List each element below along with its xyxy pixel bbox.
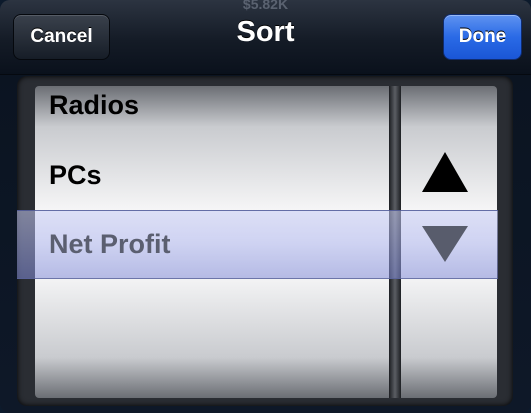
sort-ascending-icon[interactable] bbox=[420, 150, 470, 194]
sort-descending-icon[interactable] bbox=[420, 224, 470, 264]
picker-row-radios[interactable]: Radios bbox=[49, 90, 139, 121]
nav-bar: $5.82K Sort Cancel Done bbox=[0, 0, 531, 75]
picker-row-net-profit[interactable]: Net Profit bbox=[49, 229, 171, 260]
cancel-button[interactable]: Cancel bbox=[13, 14, 110, 60]
background-value: $5.82K bbox=[242, 0, 289, 12]
sort-sheet: $5.82K Sort Cancel Done Radios PCs Net P… bbox=[0, 0, 531, 413]
picker-row-pcs[interactable]: PCs bbox=[49, 160, 102, 191]
done-button[interactable]: Done bbox=[443, 14, 522, 60]
